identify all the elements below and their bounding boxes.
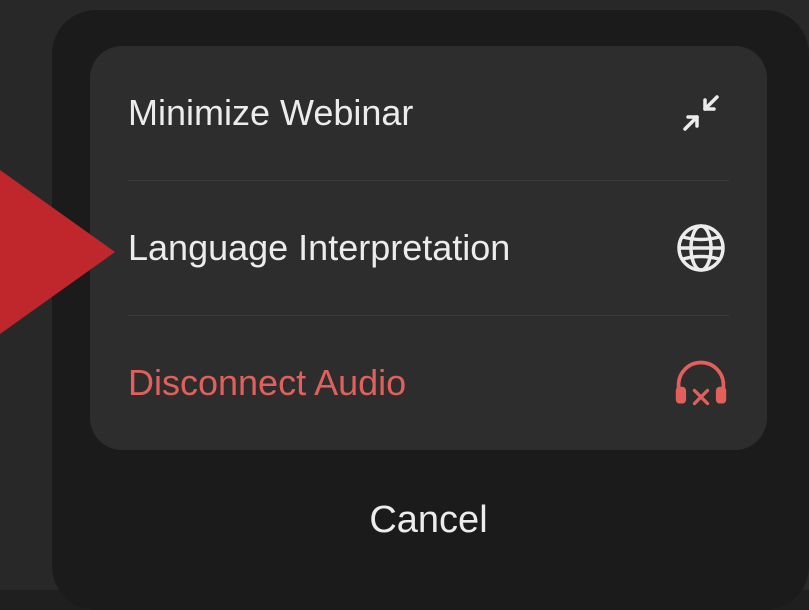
cancel-button[interactable]: Cancel — [90, 470, 767, 570]
minimize-webinar-item[interactable]: Minimize Webinar — [90, 46, 767, 180]
cancel-label: Cancel — [369, 498, 488, 541]
language-interpretation-item[interactable]: Language Interpretation — [90, 181, 767, 315]
action-menu: Minimize Webinar Language Interpretation — [90, 46, 767, 450]
pointer-arrow-icon — [0, 170, 115, 334]
menu-item-label: Language Interpretation — [128, 227, 511, 268]
disconnect-audio-item[interactable]: Disconnect Audio — [90, 316, 767, 450]
minimize-arrows-icon — [673, 85, 729, 141]
menu-item-label: Disconnect Audio — [128, 362, 407, 403]
headphones-disconnect-icon — [673, 355, 729, 411]
menu-item-label: Minimize Webinar — [128, 92, 414, 133]
globe-icon — [673, 220, 729, 276]
